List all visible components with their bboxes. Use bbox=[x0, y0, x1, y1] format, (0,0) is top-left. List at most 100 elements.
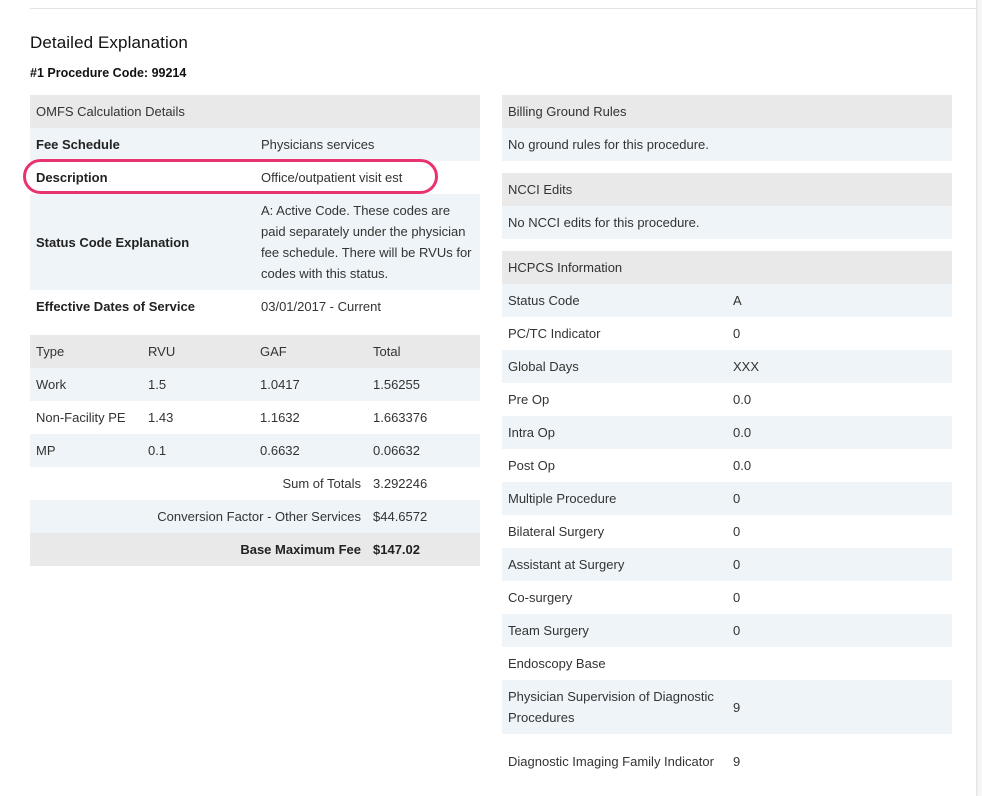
hcpcs-header: HCPCS Information bbox=[502, 251, 952, 284]
conversion-factor-row: Conversion Factor - Other Services $44.6… bbox=[30, 500, 480, 533]
omfs-header-row: OMFS Calculation Details bbox=[30, 95, 480, 128]
table-row: Intra Op 0.0 bbox=[502, 416, 952, 449]
cell: 0.6632 bbox=[254, 434, 367, 467]
cell: 1.663376 bbox=[367, 401, 480, 434]
base-fee-row: Base Maximum Fee $147.02 bbox=[30, 533, 480, 566]
column-header: RVU bbox=[142, 335, 254, 368]
row-value: Office/outpatient visit est bbox=[255, 161, 480, 194]
ncci-header-row: NCCI Edits bbox=[502, 173, 952, 206]
cell: MP bbox=[30, 434, 142, 467]
billing-text: No ground rules for this procedure. bbox=[502, 128, 952, 161]
rvu-header-row: Type RVU GAF Total bbox=[30, 335, 480, 368]
conversion-factor-label: Conversion Factor - Other Services bbox=[30, 500, 367, 533]
sum-value: 3.292246 bbox=[367, 467, 480, 500]
table-row: Post Op 0.0 bbox=[502, 449, 952, 482]
row-label: Fee Schedule bbox=[30, 128, 255, 161]
row-label: Endoscopy Base bbox=[502, 647, 727, 680]
sum-row: Sum of Totals 3.292246 bbox=[30, 467, 480, 500]
table-row: Non-Facility PE 1.43 1.1632 1.663376 bbox=[30, 401, 480, 434]
cell: Non-Facility PE bbox=[30, 401, 142, 434]
table-row: Endoscopy Base bbox=[502, 647, 952, 680]
row-label: Effective Dates of Service bbox=[30, 290, 255, 323]
ncci-text: No NCCI edits for this procedure. bbox=[502, 206, 952, 239]
row-value: A bbox=[727, 284, 952, 317]
row-value: 9 bbox=[727, 734, 952, 788]
row-value: 0 bbox=[727, 548, 952, 581]
row-value: 9 bbox=[727, 680, 952, 734]
row-value bbox=[727, 647, 952, 680]
table-row: Co-surgery 0 bbox=[502, 581, 952, 614]
row-value: A: Active Code. These codes are paid sep… bbox=[255, 194, 480, 290]
conversion-factor-value: $44.6572 bbox=[367, 500, 480, 533]
page: Detailed Explanation #1 Procedure Code: … bbox=[0, 0, 982, 796]
cell: 1.5 bbox=[142, 368, 254, 401]
table-row: PC/TC Indicator 0 bbox=[502, 317, 952, 350]
rvu-table: Type RVU GAF Total Work 1.5 1.0417 1.562… bbox=[30, 335, 480, 566]
table-row: Description Office/outpatient visit est bbox=[30, 161, 480, 194]
row-label: Physician Supervision of Diagnostic Proc… bbox=[502, 680, 727, 734]
table-row: Status Code Explanation A: Active Code. … bbox=[30, 194, 480, 290]
table-row: Fee Schedule Physicians services bbox=[30, 128, 480, 161]
table-row: Global Days XXX bbox=[502, 350, 952, 383]
table-row: Pre Op 0.0 bbox=[502, 383, 952, 416]
table-row: Assistant at Surgery 0 bbox=[502, 548, 952, 581]
cell: Work bbox=[30, 368, 142, 401]
column-header: GAF bbox=[254, 335, 367, 368]
hcpcs-header-row: HCPCS Information bbox=[502, 251, 952, 284]
divider bbox=[30, 8, 976, 9]
row-value: 0.0 bbox=[727, 383, 952, 416]
row-label: Status Code Explanation bbox=[30, 194, 255, 290]
cell: 1.56255 bbox=[367, 368, 480, 401]
base-fee-label: Base Maximum Fee bbox=[30, 533, 367, 566]
row-label: Multiple Procedure bbox=[502, 482, 727, 515]
row-label: Bilateral Surgery bbox=[502, 515, 727, 548]
row-label: PC/TC Indicator bbox=[502, 317, 727, 350]
table-row: No ground rules for this procedure. bbox=[502, 128, 952, 161]
table-row: Work 1.5 1.0417 1.56255 bbox=[30, 368, 480, 401]
sum-label: Sum of Totals bbox=[30, 467, 367, 500]
section-title: Detailed Explanation bbox=[30, 33, 188, 52]
cell: 0.1 bbox=[142, 434, 254, 467]
row-label: Diagnostic Imaging Family Indicator bbox=[502, 734, 727, 788]
ncci-header: NCCI Edits bbox=[502, 173, 952, 206]
table-row: No NCCI edits for this procedure. bbox=[502, 206, 952, 239]
table-row: Multiple Procedure 0 bbox=[502, 482, 952, 515]
row-label: Co-surgery bbox=[502, 581, 727, 614]
table-row: Diagnostic Imaging Family Indicator 9 bbox=[502, 734, 952, 788]
row-label: Assistant at Surgery bbox=[502, 548, 727, 581]
omfs-header: OMFS Calculation Details bbox=[30, 95, 480, 128]
row-label: Status Code bbox=[502, 284, 727, 317]
billing-table: Billing Ground Rules No ground rules for… bbox=[502, 95, 952, 161]
omfs-table: OMFS Calculation Details Fee Schedule Ph… bbox=[30, 95, 480, 323]
row-value: 0 bbox=[727, 515, 952, 548]
cell: 0.06632 bbox=[367, 434, 480, 467]
table-row: Team Surgery 0 bbox=[502, 614, 952, 647]
row-value: Physicians services bbox=[255, 128, 480, 161]
row-value: XXX bbox=[727, 350, 952, 383]
row-label: Team Surgery bbox=[502, 614, 727, 647]
hcpcs-table: HCPCS Information Status Code A PC/TC In… bbox=[502, 251, 952, 788]
omfs-panel: OMFS Calculation Details Fee Schedule Ph… bbox=[30, 95, 480, 566]
table-row: Physician Supervision of Diagnostic Proc… bbox=[502, 680, 952, 734]
table-row: Effective Dates of Service 03/01/2017 - … bbox=[30, 290, 480, 323]
column-header: Total bbox=[367, 335, 480, 368]
row-value: 03/01/2017 - Current bbox=[255, 290, 480, 323]
procedure-code-heading: #1 Procedure Code: 99214 bbox=[30, 66, 187, 80]
row-label: Description bbox=[30, 161, 255, 194]
billing-header-row: Billing Ground Rules bbox=[502, 95, 952, 128]
row-label: Post Op bbox=[502, 449, 727, 482]
table-row: MP 0.1 0.6632 0.06632 bbox=[30, 434, 480, 467]
cell: 1.1632 bbox=[254, 401, 367, 434]
column-header: Type bbox=[30, 335, 142, 368]
right-panel: Billing Ground Rules No ground rules for… bbox=[502, 95, 952, 788]
row-label: Global Days bbox=[502, 350, 727, 383]
billing-header: Billing Ground Rules bbox=[502, 95, 952, 128]
row-label: Intra Op bbox=[502, 416, 727, 449]
row-value: 0 bbox=[727, 317, 952, 350]
row-value: 0 bbox=[727, 614, 952, 647]
cell: 1.0417 bbox=[254, 368, 367, 401]
cell: 1.43 bbox=[142, 401, 254, 434]
row-value: 0 bbox=[727, 482, 952, 515]
base-fee-value: $147.02 bbox=[367, 533, 480, 566]
row-value: 0.0 bbox=[727, 449, 952, 482]
